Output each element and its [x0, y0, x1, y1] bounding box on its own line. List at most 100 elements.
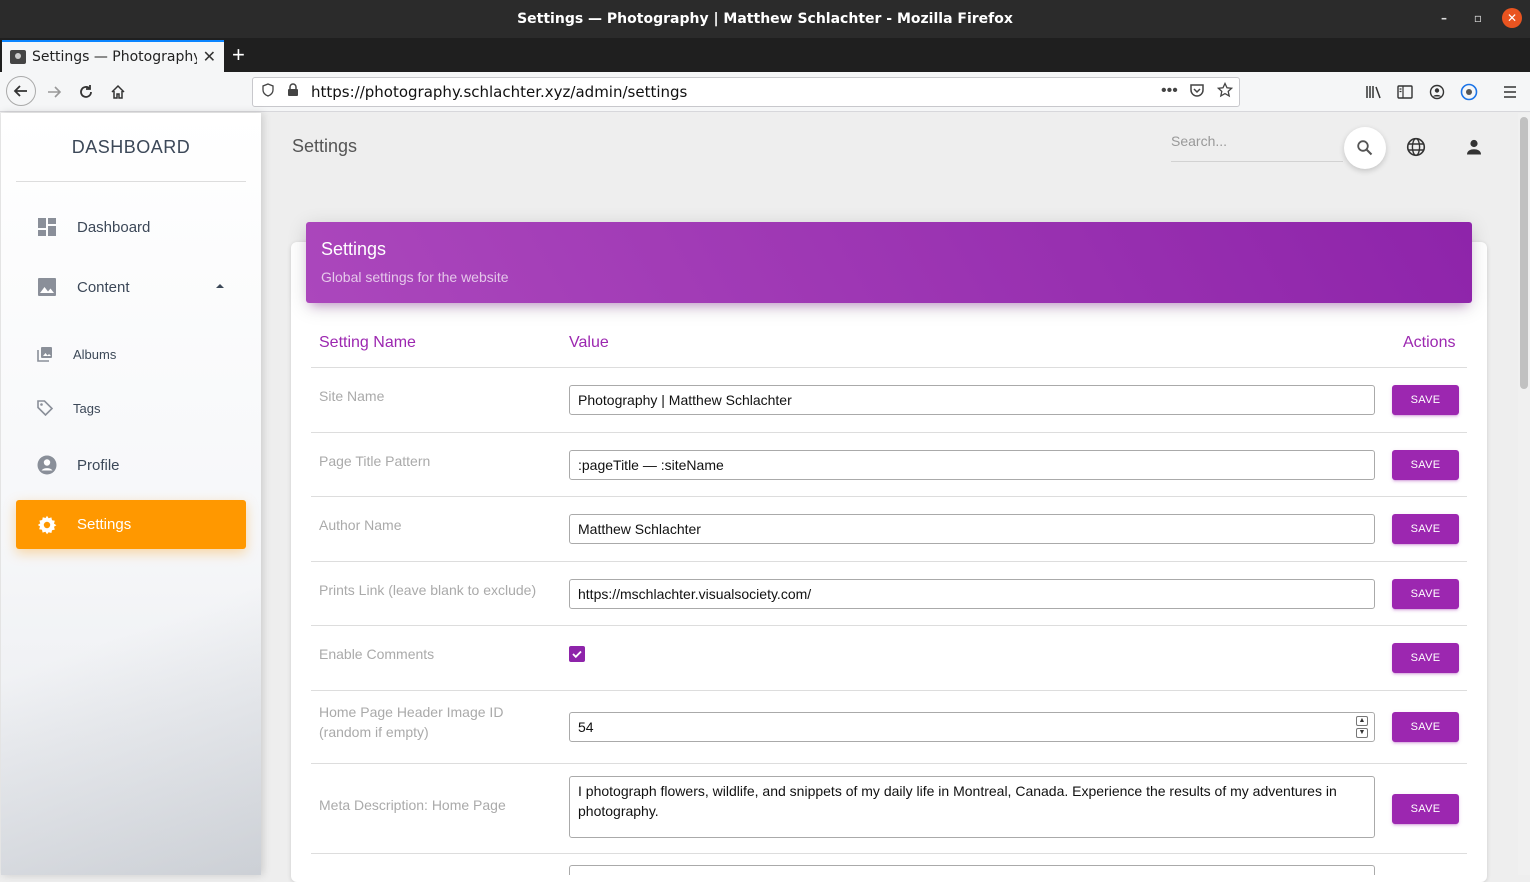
- shield-icon[interactable]: [261, 83, 275, 101]
- setting-name: Enable Comments: [319, 646, 435, 662]
- back-arrow-icon[interactable]: [6, 76, 36, 106]
- camera-icon: [10, 50, 26, 64]
- page-title: Settings: [292, 136, 358, 156]
- sidebar-item-albums[interactable]: Albums: [16, 330, 246, 378]
- pocket-icon[interactable]: [1189, 82, 1205, 102]
- save-button[interactable]: SAVE: [1392, 712, 1459, 742]
- sidebar-item-label: Dashboard: [77, 218, 151, 236]
- search-field: [1171, 126, 1343, 162]
- enable-comments-checkbox[interactable]: [569, 646, 585, 662]
- sidebar-item-label: Content: [77, 278, 130, 296]
- save-button[interactable]: SAVE: [1392, 643, 1459, 673]
- setting-name: Home Page Header Image ID (random if emp…: [319, 704, 504, 740]
- maximize-icon[interactable]: ▫: [1468, 8, 1488, 28]
- save-button[interactable]: SAVE: [1392, 385, 1459, 415]
- setting-name: Page Title Pattern: [319, 453, 431, 469]
- user-icon[interactable]: [1463, 136, 1485, 158]
- hamburger-menu-icon[interactable]: [1496, 78, 1524, 106]
- new-tab-icon[interactable]: +: [232, 42, 245, 68]
- lock-icon[interactable]: [287, 83, 299, 101]
- browser-tab-settings[interactable]: Settings — Photography | Matthew Schlach…: [2, 40, 224, 72]
- browser-toolbar: https://photography.schlachter.xyz/admin…: [0, 72, 1530, 112]
- gear-icon: [36, 514, 58, 536]
- close-window-icon[interactable]: ✕: [1502, 8, 1522, 28]
- divider: [311, 625, 1467, 626]
- divider: [311, 432, 1467, 433]
- tab-close-icon[interactable]: ✕: [203, 47, 216, 67]
- card-header: Settings Global settings for the website: [306, 222, 1472, 303]
- setting-name: Meta Description: Home Page: [319, 797, 506, 813]
- divider: [311, 853, 1467, 854]
- sidebar-item-label: Settings: [77, 516, 132, 533]
- scrollbar-thumb[interactable]: [1520, 117, 1528, 389]
- sidebar-item-label: Profile: [77, 456, 120, 474]
- home-icon[interactable]: [104, 78, 132, 106]
- account-circle-icon: [36, 454, 58, 476]
- sidebar-item-settings[interactable]: Settings: [16, 500, 246, 549]
- forward-arrow-icon[interactable]: [40, 78, 68, 106]
- extension-icon[interactable]: [1455, 78, 1483, 106]
- search-input[interactable]: [1171, 126, 1341, 156]
- save-button[interactable]: SAVE: [1392, 450, 1459, 480]
- sidebar-background-image: [1, 555, 261, 875]
- save-button[interactable]: SAVE: [1392, 514, 1459, 544]
- sidebar-item-dashboard[interactable]: Dashboard: [16, 203, 246, 251]
- card-subtitle: Global settings for the website: [321, 269, 509, 285]
- dashboard-icon: [36, 216, 58, 238]
- divider: [311, 561, 1467, 562]
- save-button[interactable]: SAVE: [1392, 794, 1459, 824]
- window-controls: – ▫ ✕: [1434, 8, 1522, 28]
- minimize-icon[interactable]: –: [1434, 8, 1454, 28]
- site-name-field[interactable]: Photography | Matthew Schlachter: [569, 385, 1375, 415]
- search-button[interactable]: [1344, 127, 1386, 169]
- author-name-field[interactable]: Matthew Schlachter: [569, 514, 1375, 544]
- tab-bar: Settings — Photography | Matthew Schlach…: [0, 38, 1530, 72]
- divider: [311, 496, 1467, 497]
- divider: [16, 181, 246, 182]
- page-title-pattern-field[interactable]: :pageTitle — :siteName: [569, 450, 1375, 480]
- tag-icon: [37, 400, 53, 416]
- tab-title: Settings — Photography | Matthew Schlach…: [31, 49, 197, 65]
- sidebar-brand[interactable]: DASHBOARD: [1, 137, 261, 158]
- column-header-value: Value: [569, 334, 609, 351]
- window-titlebar: Settings — Photography | Matthew Schlach…: [0, 0, 1530, 38]
- window-title: Settings — Photography | Matthew Schlach…: [517, 11, 1013, 27]
- header-image-id-field[interactable]: 54 ▲ ▼: [569, 712, 1375, 742]
- account-icon[interactable]: [1423, 78, 1451, 106]
- meta-description-home-textarea[interactable]: I photograph flowers, wildlife, and snip…: [569, 776, 1375, 838]
- setting-name: Site Name: [319, 388, 385, 404]
- setting-name: Author Name: [319, 517, 402, 533]
- language-globe-icon[interactable]: [1405, 136, 1427, 158]
- bookmark-star-icon[interactable]: [1216, 81, 1234, 102]
- url-bar[interactable]: https://photography.schlachter.xyz/admin…: [252, 77, 1240, 107]
- reload-icon[interactable]: [72, 78, 100, 106]
- library-icon[interactable]: [1360, 78, 1388, 106]
- more-options-icon[interactable]: •••: [1161, 82, 1178, 100]
- column-header-actions: Actions: [1403, 334, 1456, 351]
- collections-icon: [37, 346, 53, 362]
- search-icon: [1357, 140, 1373, 156]
- prints-link-field[interactable]: https://mschlachter.visualsociety.com/: [569, 579, 1375, 609]
- sidebar-item-label: Albums: [73, 346, 117, 362]
- stepper-up-icon[interactable]: ▲: [1356, 716, 1368, 726]
- sidebar: DASHBOARD Dashboard Content Albums Tags …: [1, 113, 261, 875]
- caret-up-icon: [216, 284, 224, 288]
- image-icon: [36, 276, 58, 298]
- column-header-setting-name: Setting Name: [319, 334, 416, 351]
- next-setting-field[interactable]: [569, 865, 1375, 875]
- page-scrollbar[interactable]: [1518, 113, 1530, 875]
- divider: [311, 690, 1467, 691]
- sidebar-item-profile[interactable]: Profile: [16, 441, 246, 489]
- header-image-id-value: 54: [578, 719, 594, 735]
- sidebar-toggle-icon[interactable]: [1391, 78, 1419, 106]
- save-button[interactable]: SAVE: [1392, 579, 1459, 609]
- sidebar-item-label: Tags: [73, 400, 101, 416]
- number-stepper[interactable]: ▲ ▼: [1356, 716, 1368, 738]
- url-text[interactable]: https://photography.schlachter.xyz/admin…: [311, 83, 687, 101]
- sidebar-item-tags[interactable]: Tags: [16, 384, 246, 432]
- divider: [311, 367, 1467, 368]
- stepper-down-icon[interactable]: ▼: [1356, 728, 1368, 738]
- sidebar-item-content[interactable]: Content: [16, 263, 246, 311]
- divider: [311, 763, 1467, 764]
- checkmark-icon: [572, 650, 582, 659]
